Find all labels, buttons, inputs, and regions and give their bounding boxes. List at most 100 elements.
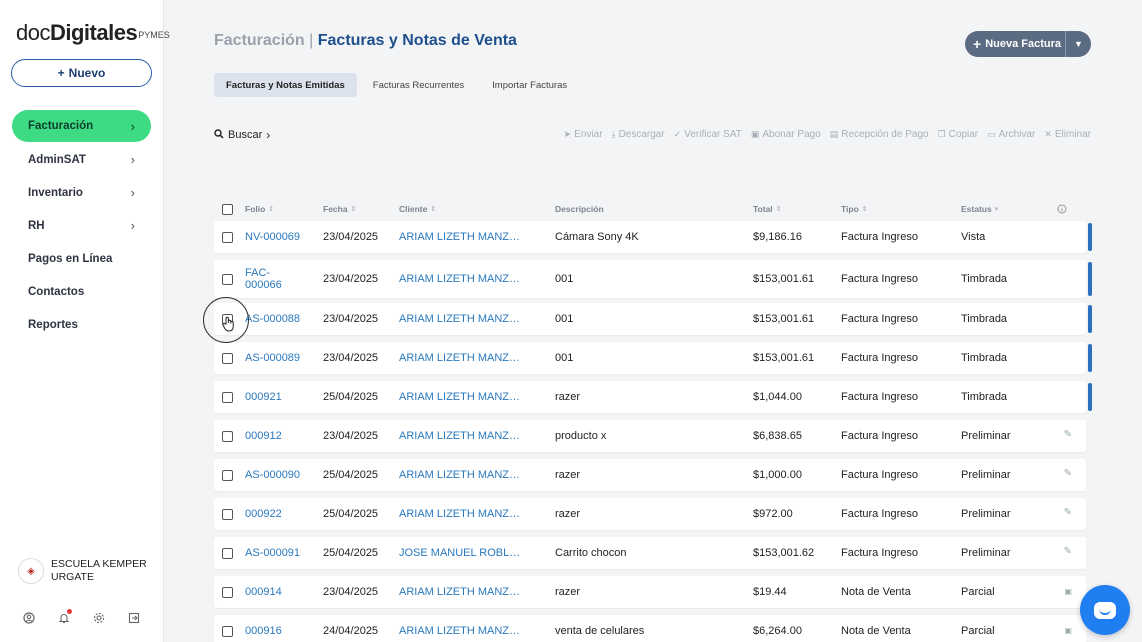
organization[interactable]: ◈ ESCUELA KEMPER URGATE [18, 558, 151, 584]
row-checkbox[interactable] [222, 391, 233, 403]
invoice-folio-link[interactable]: 000922 [245, 508, 282, 521]
invoice-folio-link[interactable]: AS-000091 [245, 547, 300, 560]
client-link[interactable]: ARIAM LIZETH MANZO… [399, 353, 525, 364]
invoice-folio-link[interactable]: AS-000088 [245, 313, 300, 326]
row-checkbox[interactable] [222, 352, 233, 364]
new-invoice-button[interactable]: + Nueva Factura ▼ [965, 31, 1091, 57]
table-row[interactable]: AS-000091 25/04/2025 JOSE MANUEL ROBLES… Ca… [214, 537, 1086, 569]
invoice-folio-link[interactable]: 000916 [245, 625, 282, 638]
table-row[interactable]: 000916 24/04/2025 ARIAM LIZETH MANZO… venta… [214, 615, 1086, 642]
row-checkbox[interactable] [222, 625, 233, 637]
table-row[interactable]: 000922 25/04/2025 ARIAM LIZETH MANZO… razer… [214, 498, 1086, 530]
row-checkbox[interactable] [222, 273, 233, 285]
new-invoice-label: Nueva Factura [985, 38, 1061, 50]
action-label: Archivar [998, 129, 1036, 140]
sidebar-item-reportes[interactable]: Reportes [12, 308, 151, 341]
table-row[interactable]: 000921 25/04/2025 ARIAM LIZETH MANZO… razer… [214, 381, 1092, 413]
select-all-checkbox[interactable] [222, 203, 233, 215]
user-icon[interactable] [22, 611, 35, 624]
table-row[interactable]: 000914 23/04/2025 ARIAM LIZETH MANZO… razer… [214, 576, 1086, 608]
action-copy[interactable]: ❐ Copiar [938, 129, 979, 140]
payment-icon[interactable]: ▣ [1064, 626, 1072, 635]
search-toggle[interactable]: Buscar › [214, 128, 270, 142]
sidebar-item-label: Facturación [28, 120, 94, 132]
payment-icon[interactable]: ▣ [1064, 587, 1072, 596]
breadcrumb[interactable]: Facturación [214, 32, 305, 49]
new-button[interactable]: + Nuevo [11, 59, 152, 87]
action-receipt[interactable]: ▤ Recepción de Pago [830, 129, 929, 140]
logout-icon[interactable] [127, 611, 140, 624]
chat-support-button[interactable] [1080, 585, 1130, 635]
invoice-folio-link[interactable]: AS-000089 [245, 352, 300, 365]
sidebar-item-label: Inventario [28, 186, 83, 199]
column-folio[interactable]: Folio ⇕ [245, 200, 274, 218]
edit-pencil-icon[interactable]: ✎ [1064, 468, 1072, 479]
action-send[interactable]: ➤ Enviar [564, 129, 603, 140]
client-link[interactable]: ARIAM LIZETH MANZO… [399, 431, 525, 442]
chevron-down-icon[interactable]: ▼ [1065, 31, 1091, 57]
client-link[interactable]: ARIAM LIZETH MANZO… [399, 509, 525, 520]
row-checkbox[interactable] [222, 586, 233, 598]
action-verify[interactable]: ✓ Verificar SAT [674, 129, 742, 140]
action-download[interactable]: ⤓ Descargar [612, 129, 665, 140]
client-link[interactable]: ARIAM LIZETH MANZO… [399, 470, 525, 481]
gear-icon[interactable] [92, 611, 105, 624]
table-row[interactable]: 000912 23/04/2025 ARIAM LIZETH MANZO… produ… [214, 420, 1086, 452]
info-icon[interactable] [1057, 200, 1067, 218]
row-checkbox[interactable] [222, 430, 233, 442]
row-checkbox[interactable] [222, 231, 233, 243]
client-link[interactable]: ARIAM LIZETH MANZO… [399, 314, 525, 325]
invoice-folio-link[interactable]: 000912 [245, 430, 282, 443]
client-link[interactable]: ARIAM LIZETH MANZO… [399, 232, 525, 243]
edit-pencil-icon[interactable]: ✎ [1064, 507, 1072, 518]
action-trash[interactable]: ✕ Eliminar [1044, 129, 1091, 140]
invoice-date: 23/04/2025 [323, 586, 379, 598]
column-estatus[interactable]: Estatus ▾ [961, 200, 998, 218]
tab-facturas-y-notas-emitidas[interactable]: Facturas y Notas Emitidas [214, 73, 357, 97]
edit-pencil-icon[interactable]: ✎ [1064, 546, 1072, 557]
row-checkbox[interactable] [222, 547, 233, 559]
invoice-date: 23/04/2025 [323, 273, 379, 285]
client-link[interactable]: ARIAM LIZETH MANZO… [399, 392, 525, 403]
column-total[interactable]: Total ⇕ [753, 200, 782, 218]
app-logo[interactable]: docDigitalesPYMES [16, 20, 170, 46]
invoice-folio-link[interactable]: 000914 [245, 586, 282, 599]
table-row[interactable]: FAC-000066 23/04/2025 ARIAM LIZETH MANZO… 0… [214, 260, 1092, 298]
row-checkbox[interactable] [222, 469, 233, 481]
invoice-total: $6,264.00 [753, 625, 802, 637]
sidebar-item-contactos[interactable]: Contactos [12, 275, 151, 308]
invoice-folio-link[interactable]: NV-000069 [245, 231, 300, 244]
invoice-folio-link[interactable]: 000921 [245, 391, 282, 404]
column-fecha[interactable]: Fecha ⇕ [323, 200, 356, 218]
edit-pencil-icon[interactable]: ✎ [1064, 429, 1072, 440]
invoice-date: 25/04/2025 [323, 469, 379, 481]
sidebar-nav: Facturación › AdminSAT › Inventario › RH › Pagos… [12, 110, 151, 341]
sidebar-item-adminsat[interactable]: AdminSAT › [12, 143, 151, 176]
table-row[interactable]: AS-000089 23/04/2025 ARIAM LIZETH MANZO… 00… [214, 342, 1092, 374]
client-link[interactable]: JOSE MANUEL ROBLES… [399, 548, 525, 559]
sidebar-item-rh[interactable]: RH › [12, 209, 151, 242]
column-tipo[interactable]: Tipo ⇕ [841, 200, 868, 218]
sidebar-item-pagos-en-l-nea[interactable]: Pagos en Línea [12, 242, 151, 275]
new-invoice-main[interactable]: + Nueva Factura [965, 36, 1065, 52]
invoice-folio-link[interactable]: AS-000090 [245, 469, 300, 482]
action-archive[interactable]: ▭ Archivar [987, 129, 1035, 140]
client-link[interactable]: ARIAM LIZETH MANZO… [399, 626, 525, 637]
main-content: Facturación | Facturas y Notas de Venta … [164, 0, 1142, 642]
tab-importar-facturas[interactable]: Importar Facturas [480, 73, 579, 97]
invoice-status: Preliminar [961, 508, 1011, 520]
tab-facturas-recurrentes[interactable]: Facturas Recurrentes [361, 73, 476, 97]
invoice-folio-link[interactable]: FAC-000066 [245, 267, 295, 292]
notifications-bell-icon[interactable] [57, 609, 72, 624]
table-row[interactable]: AS-000090 25/04/2025 ARIAM LIZETH MANZO… ra… [214, 459, 1086, 491]
sidebar-item-inventario[interactable]: Inventario › [12, 176, 151, 209]
row-checkbox[interactable] [222, 508, 233, 520]
table-row[interactable]: NV-000069 23/04/2025 ARIAM LIZETH MANZO… Cá… [214, 221, 1092, 253]
action-payment[interactable]: ▣ Abonar Pago [751, 129, 821, 140]
sidebar-item-facturaci-n[interactable]: Facturación › [12, 110, 151, 142]
column-cliente[interactable]: Cliente ⇕ [399, 200, 436, 218]
table-row[interactable]: AS-000088 23/04/2025 ARIAM LIZETH MANZO… 00… [214, 303, 1092, 335]
client-link[interactable]: ARIAM LIZETH MANZO… [399, 274, 525, 285]
client-link[interactable]: ARIAM LIZETH MANZO… [399, 587, 525, 598]
archive-icon: ▭ [987, 129, 996, 139]
